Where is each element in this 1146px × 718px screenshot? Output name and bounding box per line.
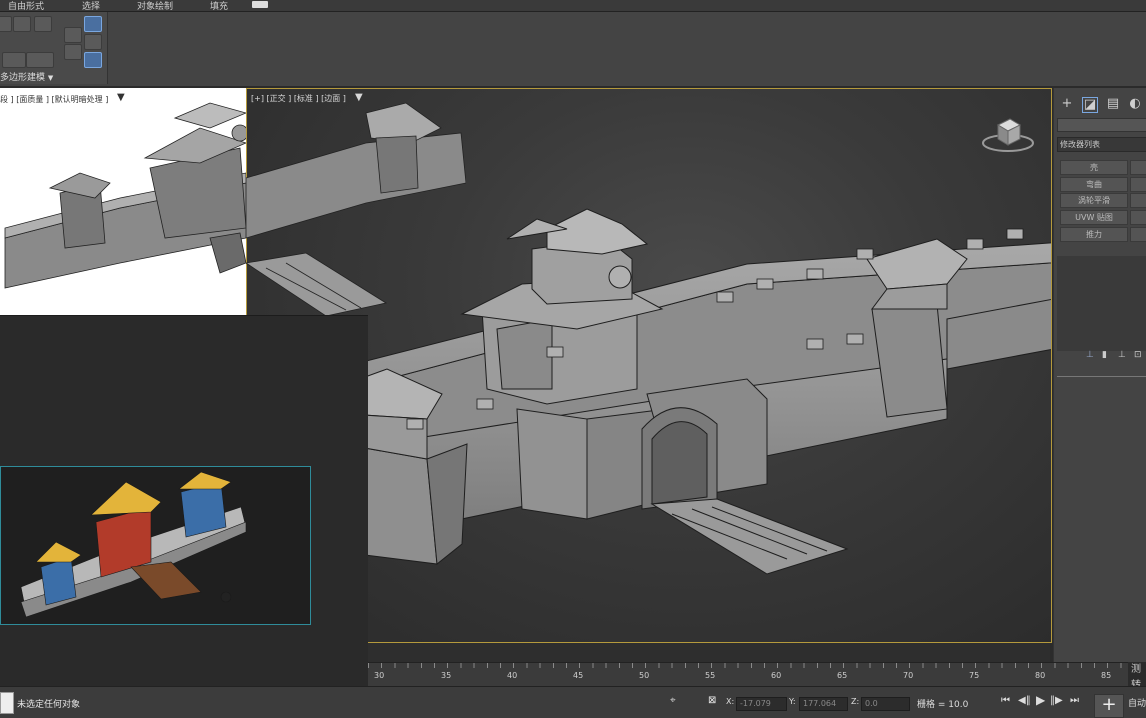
polygon-modeling-dropdown[interactable]: 多边形建模 ▼	[0, 70, 53, 83]
tick-label: 45	[573, 671, 584, 680]
repeat-button[interactable]	[2, 52, 26, 68]
absolute-mode-icon[interactable]: ⊠	[708, 695, 716, 706]
modify-icon[interactable]: ◪	[1082, 97, 1098, 113]
quickslice-button[interactable]	[26, 52, 54, 68]
maxscript-listener-button[interactable]	[0, 692, 14, 714]
menu-bar: 自由形式 选择 对象绘制 填充	[0, 0, 1146, 12]
tick-label: 35	[441, 671, 452, 680]
tick-label: 55	[705, 671, 716, 680]
ribbon	[0, 12, 1146, 86]
collapse-button[interactable]	[64, 44, 82, 60]
object-name-field[interactable]	[1057, 118, 1146, 132]
polygon-modeling-label: 多边形建模	[0, 73, 46, 83]
shell-modifier-button[interactable]: 壳	[1060, 160, 1128, 175]
motion-icon[interactable]: ◐	[1126, 95, 1144, 113]
tick-label: 70	[903, 671, 914, 680]
modifier-button-8[interactable]	[1130, 210, 1146, 225]
colored-castle-image	[20, 471, 247, 618]
border-tool-button[interactable]	[34, 16, 52, 32]
menu-freeform[interactable]: 自由形式	[8, 0, 44, 12]
tick-label: 85	[1101, 671, 1112, 680]
vertex-tool-button[interactable]	[0, 16, 12, 32]
chevron-down-icon: ▼	[47, 74, 54, 82]
turbosmooth-modifier-button[interactable]: 涡轮平滑	[1060, 193, 1128, 208]
menu-select[interactable]: 选择	[82, 0, 100, 12]
go-to-start-icon[interactable]: ⏮	[1001, 695, 1010, 706]
play-icon[interactable]: ▶	[1036, 693, 1045, 707]
uvw-map-modifier-button[interactable]: UVW 贴图	[1060, 210, 1128, 225]
z-coordinate-field[interactable]: 0.0	[861, 697, 910, 711]
tick-label: 60	[771, 671, 782, 680]
filter-icon[interactable]: ▼	[117, 92, 125, 103]
previous-frame-icon[interactable]: ◀‖	[1018, 695, 1031, 706]
constraint-button[interactable]	[84, 34, 102, 50]
delete-modifier-icon[interactable]: ⊡	[1134, 350, 1142, 360]
status-bar	[0, 686, 1146, 718]
y-coordinate-field[interactable]: 177.064	[799, 697, 848, 711]
x-coordinate-label: X:	[726, 697, 735, 706]
left-render-viewport[interactable]: 段 ] [面质量 ] [默认明暗处理 ] ▼	[0, 88, 246, 316]
status-message: 未选定任何对象	[17, 700, 81, 710]
z-coordinate-label: Z:	[851, 697, 860, 706]
grid-size-label: 栅格 = 10.0	[917, 700, 969, 710]
modifier-stack[interactable]	[1057, 256, 1146, 351]
modifier-button-2[interactable]	[1130, 160, 1146, 175]
modifier-button-4[interactable]	[1130, 177, 1146, 192]
go-to-end-icon[interactable]: ⏭	[1070, 695, 1079, 706]
modifier-list-label: 修改器列表	[1060, 140, 1100, 149]
castle-render-overflow	[246, 102, 466, 317]
timeline-ticks	[368, 663, 1128, 668]
hierarchy-icon[interactable]: ▤	[1104, 95, 1122, 113]
camera-dropdown-icon[interactable]	[252, 1, 268, 8]
timeline-side-label: 测	[1131, 664, 1141, 675]
use-soft-selection-button[interactable]	[84, 52, 102, 68]
x-coordinate-field[interactable]: -17.079	[736, 697, 787, 711]
next-frame-icon[interactable]: ‖▶	[1050, 695, 1063, 706]
auto-key-label[interactable]: 自动	[1128, 696, 1146, 709]
tick-label: 65	[837, 671, 848, 680]
create-icon[interactable]: +	[1058, 95, 1076, 113]
add-key-icon[interactable]: +	[1094, 694, 1124, 718]
menu-object-paint[interactable]: 对象绘制	[137, 0, 173, 12]
pin-stack-icon[interactable]: ⊥	[1086, 350, 1094, 360]
tick-label: 80	[1035, 671, 1046, 680]
viewcube-icon[interactable]	[980, 111, 1036, 157]
make-unique-icon[interactable]: ⊥	[1118, 350, 1126, 360]
modifier-button-6[interactable]	[1130, 193, 1146, 208]
modifier-button-10[interactable]	[1130, 227, 1146, 242]
tick-label: 75	[969, 671, 980, 680]
menu-populate[interactable]: 填充	[210, 0, 228, 12]
timeline[interactable]: 30 35 40 45 50 55 60 65 70 75 80 85	[368, 662, 1128, 687]
modifier-list-dropdown[interactable]: 修改器列表	[1057, 137, 1146, 152]
edge-tool-button[interactable]	[13, 16, 31, 32]
ignore-backfacing-button[interactable]	[84, 16, 102, 32]
left-viewport-label[interactable]: 段 ] [面质量 ] [默认明暗处理 ]	[0, 94, 108, 105]
push-modifier-button[interactable]: 推力	[1060, 227, 1128, 242]
show-end-result-icon[interactable]: ▮	[1102, 350, 1107, 360]
bend-modifier-button[interactable]: 弯曲	[1060, 177, 1128, 192]
tick-label: 40	[507, 671, 518, 680]
tick-label: 30	[374, 671, 385, 680]
castle-render-image	[4, 102, 246, 289]
panel-divider	[1057, 376, 1146, 377]
reference-inset	[0, 466, 311, 625]
isolate-selection-icon[interactable]: ⌖	[670, 695, 676, 706]
tick-label: 50	[639, 671, 650, 680]
preview-button[interactable]	[64, 27, 82, 43]
command-panel: + ◪ ▤ ◐ 修改器列表 壳 弯曲 涡轮平滑 UVW 贴图 推力 ⊥ ▮ ⊥ …	[1053, 88, 1146, 662]
y-coordinate-label: Y:	[789, 697, 796, 706]
